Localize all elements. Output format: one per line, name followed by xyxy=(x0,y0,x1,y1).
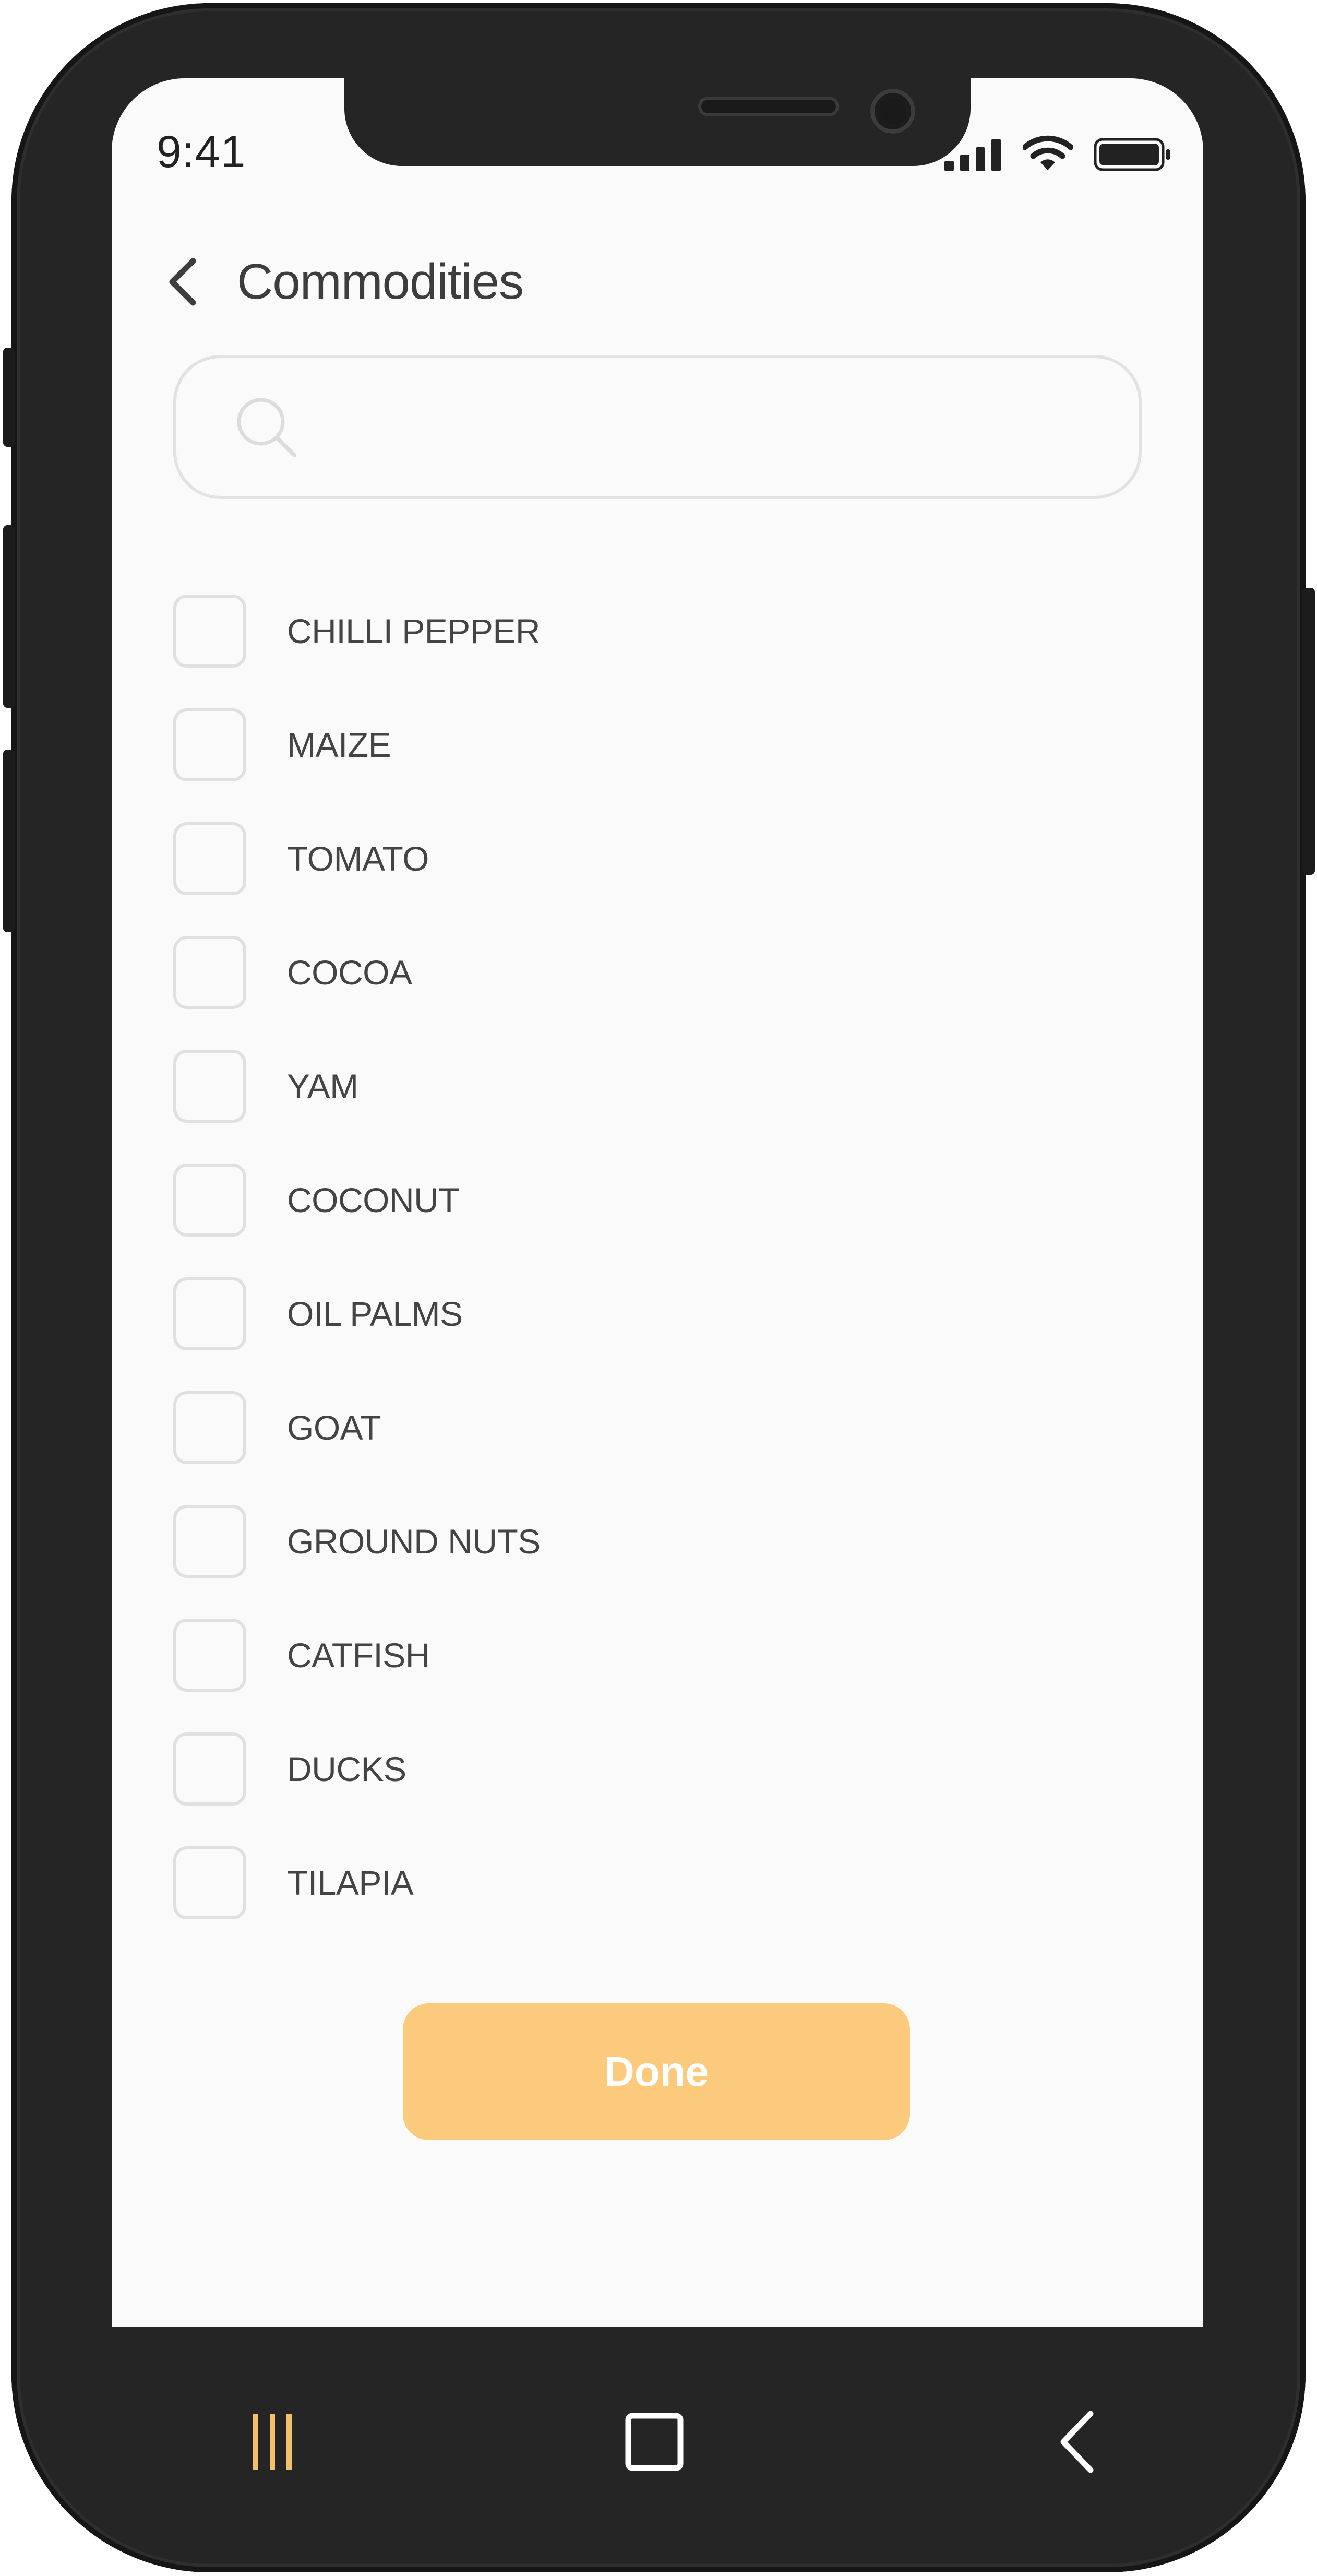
signal-icon xyxy=(944,139,1001,171)
commodity-checkbox[interactable] xyxy=(173,1619,246,1692)
commodity-item[interactable]: CHILLI PEPPER xyxy=(173,574,1112,688)
commodity-label: CATFISH xyxy=(287,1636,430,1675)
commodity-label: MAIZE xyxy=(287,726,391,764)
commodity-checkbox[interactable] xyxy=(173,708,246,781)
front-camera xyxy=(870,89,915,134)
side-button-volume-down xyxy=(3,750,15,932)
commodity-item[interactable]: COCOA xyxy=(173,916,1112,1029)
earpiece-speaker xyxy=(698,97,839,116)
commodity-checkbox[interactable] xyxy=(173,1846,246,1919)
home-button[interactable] xyxy=(607,2405,701,2478)
recents-button[interactable] xyxy=(232,2405,315,2478)
commodity-checkbox[interactable] xyxy=(173,936,246,1009)
commodity-item[interactable]: YAM xyxy=(173,1029,1112,1143)
page-title: Commodities xyxy=(237,254,524,310)
battery-icon xyxy=(1094,138,1170,171)
commodity-item[interactable]: MAIZE xyxy=(173,688,1112,802)
wifi-icon xyxy=(1023,135,1073,170)
commodity-checkbox[interactable] xyxy=(173,822,246,895)
commodity-checkbox[interactable] xyxy=(173,595,246,668)
commodity-item[interactable]: GROUND NUTS xyxy=(173,1485,1112,1598)
commodity-checkbox[interactable] xyxy=(173,1732,246,1806)
commodity-item[interactable]: GOAT xyxy=(173,1371,1112,1485)
commodity-item[interactable]: OIL PALMS xyxy=(173,1257,1112,1371)
header: Commodities xyxy=(164,245,524,318)
commodity-label: DUCKS xyxy=(287,1750,406,1788)
commodity-label: GROUND NUTS xyxy=(287,1522,541,1561)
done-button[interactable]: Done xyxy=(403,2003,910,2140)
commodity-item[interactable]: TOMATO xyxy=(173,802,1112,916)
search-box[interactable] xyxy=(173,355,1142,499)
search-icon xyxy=(237,398,296,457)
status-time: 9:41 xyxy=(157,127,246,177)
commodity-checkbox[interactable] xyxy=(173,1050,246,1123)
commodity-label: YAM xyxy=(287,1067,358,1106)
chevron-left-icon xyxy=(169,258,196,306)
app-screen: 9:41 Commodities CHILLI PEPPER MAIZE TOM… xyxy=(112,78,1203,2327)
commodity-list: CHILLI PEPPER MAIZE TOMATO COCOA YAM COCONUT O… xyxy=(173,574,1112,1940)
commodity-checkbox[interactable] xyxy=(173,1505,246,1578)
back-button[interactable] xyxy=(164,245,221,318)
commodity-item[interactable]: CATFISH xyxy=(173,1598,1112,1712)
home-square-icon xyxy=(625,2413,684,2471)
commodity-item[interactable]: COCONUT xyxy=(173,1143,1112,1257)
commodity-item[interactable]: TILAPIA xyxy=(173,1826,1112,1940)
side-button-volume-up xyxy=(3,525,15,708)
nav-back-button[interactable] xyxy=(1035,2405,1119,2478)
side-button-power xyxy=(1302,588,1315,875)
side-button-mute xyxy=(3,348,15,447)
commodity-label: TOMATO xyxy=(287,839,429,878)
commodity-label: COCONUT xyxy=(287,1181,460,1219)
system-nav-bar xyxy=(112,2327,1203,2536)
commodity-label: OIL PALMS xyxy=(287,1295,463,1333)
commodity-item[interactable]: DUCKS xyxy=(173,1712,1112,1826)
commodity-checkbox[interactable] xyxy=(173,1164,246,1237)
commodity-checkbox[interactable] xyxy=(173,1277,246,1350)
commodity-label: TILAPIA xyxy=(287,1863,414,1902)
commodity-label: COCOA xyxy=(287,953,412,992)
recents-icon xyxy=(253,2414,292,2470)
commodity-checkbox[interactable] xyxy=(173,1391,246,1464)
search-input[interactable] xyxy=(319,405,1102,449)
back-chevron-icon xyxy=(1060,2411,1094,2473)
commodity-label: CHILLI PEPPER xyxy=(287,612,541,650)
commodity-label: GOAT xyxy=(287,1408,381,1447)
status-icons xyxy=(944,129,1172,171)
